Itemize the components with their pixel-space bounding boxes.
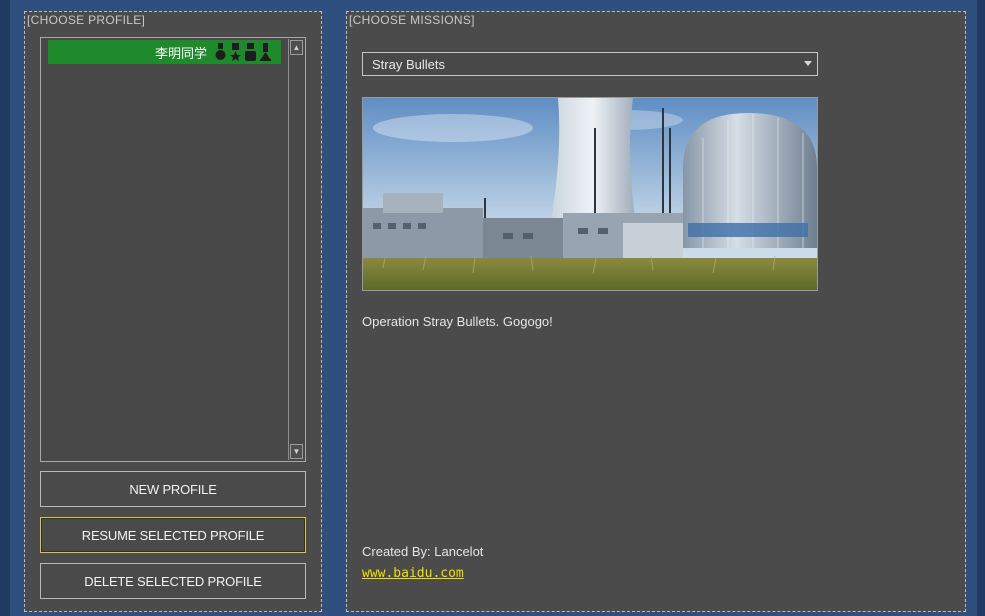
power-plant-scene — [363, 98, 817, 290]
medal-trophy-icon — [260, 43, 271, 61]
choose-profile-title: [CHOOSE PROFILE] — [27, 13, 146, 27]
mission-select-value: Stray Bullets — [372, 56, 445, 72]
new-profile-button[interactable]: NEW PROFILE — [40, 471, 306, 507]
dropdown-arrow-icon[interactable] — [804, 61, 812, 66]
mission-select[interactable]: Stray Bullets — [362, 52, 818, 76]
scroll-down-arrow-icon[interactable]: ▼ — [290, 444, 303, 459]
scroll-up-arrow-icon[interactable]: ▲ — [290, 40, 303, 55]
created-by-label: Created By: Lancelot — [362, 544, 484, 559]
profile-list-scrollbar[interactable]: ▲ ▼ — [288, 39, 304, 460]
window-edge-right — [977, 0, 985, 616]
profile-list-item[interactable]: 李明同学 — [48, 40, 281, 64]
creator-website-link[interactable]: www.baidu.com — [362, 566, 464, 581]
profile-medals — [215, 43, 271, 61]
profile-name: 李明同学 — [154, 45, 207, 61]
window-edge-left — [0, 0, 10, 616]
choose-profile-panel: [CHOOSE PROFILE] 李明同学 ▲ ▼ NEW PROFILE RE… — [24, 11, 322, 612]
resume-selected-profile-button[interactable]: RESUME SELECTED PROFILE — [40, 517, 306, 553]
choose-missions-title: [CHOOSE MISSIONS] — [349, 13, 475, 27]
mission-description: Operation Stray Bullets. Gogogo! — [362, 314, 553, 329]
delete-selected-profile-button[interactable]: DELETE SELECTED PROFILE — [40, 563, 306, 599]
medal-square-icon — [245, 43, 256, 61]
mission-preview-image — [362, 97, 818, 291]
profile-list[interactable]: 李明同学 ▲ ▼ — [40, 37, 306, 462]
medal-round-icon — [215, 43, 226, 60]
choose-missions-panel: [CHOOSE MISSIONS] Stray Bullets Operatio… — [346, 11, 966, 612]
medal-star-icon — [230, 43, 241, 61]
